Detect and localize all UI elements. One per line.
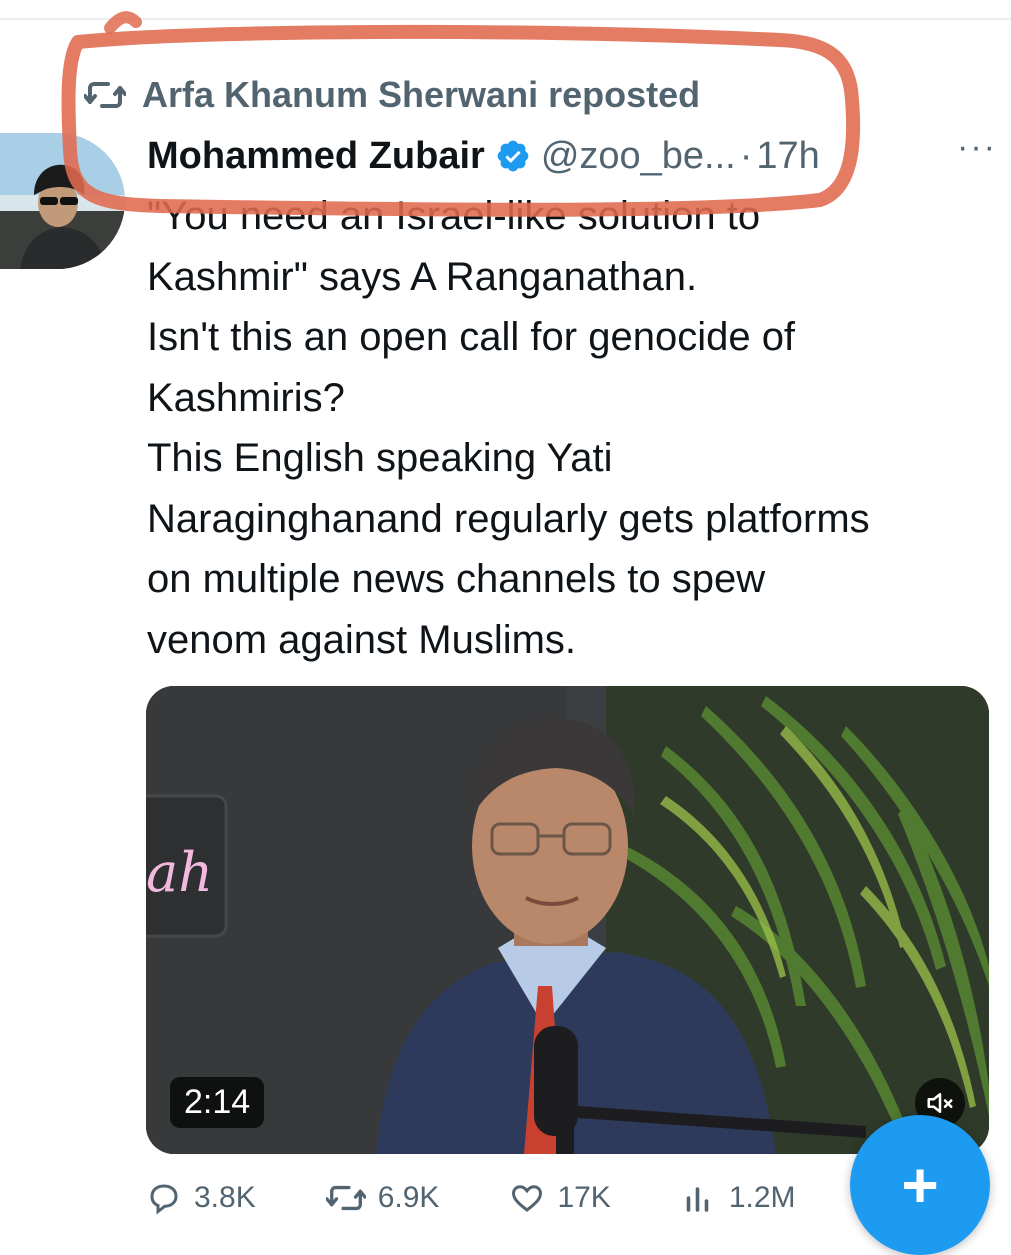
tweet-text-line: Kashmir" says A Ranganathan. xyxy=(147,254,698,299)
like-count: 17K xyxy=(557,1181,611,1214)
top-divider xyxy=(0,18,1011,20)
timestamp[interactable]: 17h xyxy=(756,135,819,178)
tweet-text-line: This English speaking Yati xyxy=(147,436,613,480)
video-player[interactable]: ah 2:14 xyxy=(146,686,989,1154)
like-button[interactable]: 17K xyxy=(509,1178,611,1218)
author-handle[interactable]: @zoo_be... xyxy=(541,135,736,178)
repost-label: Arfa Khanum Sherwani reposted xyxy=(142,74,701,115)
tweet-text: "You need an Israel-like solution to Kas… xyxy=(147,186,997,670)
plus-icon: + xyxy=(901,1149,939,1221)
tweet-text-line: venom against Muslims. xyxy=(147,617,577,662)
separator-dot: · xyxy=(739,134,753,177)
reply-count: 3.8K xyxy=(194,1181,256,1214)
reply-button[interactable]: 3.8K xyxy=(146,1178,256,1218)
repost-context[interactable]: Arfa Khanum Sherwani reposted xyxy=(84,70,700,120)
reply-icon xyxy=(150,1184,178,1215)
repost-icon xyxy=(84,78,126,112)
video-duration: 2:14 xyxy=(170,1077,265,1128)
view-count: 1.2M xyxy=(728,1181,796,1214)
compose-button[interactable]: + xyxy=(850,1115,990,1255)
heart-icon xyxy=(512,1185,543,1212)
tweet-header: Mohammed Zubair @zoo_be... · 17h ··· xyxy=(147,128,997,184)
views-icon xyxy=(686,1187,709,1212)
repost-button[interactable]: 6.9K xyxy=(325,1178,440,1218)
verified-badge-icon[interactable] xyxy=(495,138,531,174)
tweet-text-line: on multiple news channels to spew xyxy=(147,557,766,601)
tweet-text-line: Naraginghanand regularly gets platforms xyxy=(147,496,870,541)
tweet-text-line: "You need an Israel-like solution to xyxy=(147,194,761,238)
avatar[interactable] xyxy=(0,133,125,269)
neon-sign-text: ah xyxy=(146,841,213,904)
repost-count: 6.9K xyxy=(377,1181,440,1214)
more-options-icon[interactable]: ··· xyxy=(957,128,997,167)
video-frame: ah xyxy=(146,686,989,1154)
tweet-text-line: Kashmiris? xyxy=(147,375,345,420)
tweet-text-line: Isn't this an open call for genocide of xyxy=(147,315,796,359)
repost-action-icon xyxy=(325,1185,366,1211)
tweet-actions: 3.8K 6.9K 17K 1.2M xyxy=(146,1178,846,1218)
views-button[interactable]: 1.2M xyxy=(681,1178,796,1218)
author-name[interactable]: Mohammed Zubair xyxy=(147,135,485,178)
